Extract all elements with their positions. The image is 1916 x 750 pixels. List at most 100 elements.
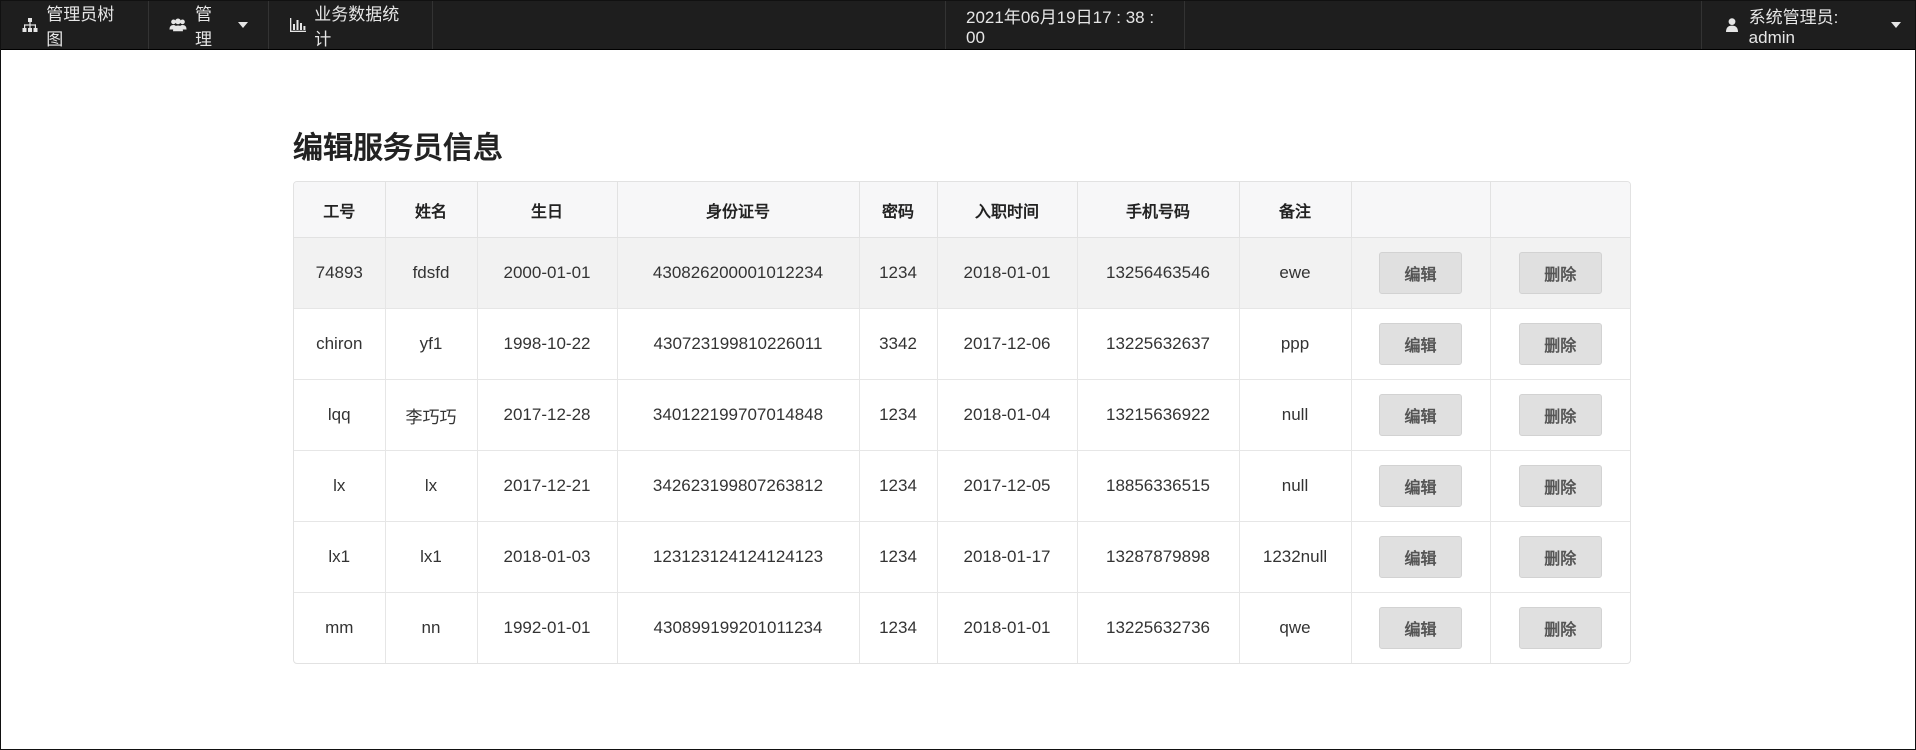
app-window: 管理员树图 管理 业务数据统计 2021年06月19日17: 38: 00 … [0, 0, 1916, 750]
delete-button[interactable]: 删除 [1518, 252, 1602, 294]
cell-id-card: 342623199807263812 [617, 450, 860, 522]
cell-remark: ewe [1239, 237, 1352, 309]
cell-name: nn [385, 592, 478, 663]
cell-id: mm [294, 592, 386, 663]
column-header: 手机号码 [1077, 182, 1240, 238]
cell-id-card: 123123124124124123 [617, 521, 860, 593]
waiter-table: 工号 姓名 生日 身份证号 密码 入职时间 手机号码 备注 74893 fdsf… [293, 181, 1631, 664]
column-header: 密码 [859, 182, 938, 238]
top-navbar: 管理员树图 管理 业务数据统计 2021年06月19日17: 38: 00 … [1, 1, 1915, 50]
table-row: 74893 fdsfd 2000-01-01 43082620000101223… [294, 237, 1630, 309]
edit-button[interactable]: 编辑 [1379, 394, 1462, 436]
cell-hire-date: 2017-12-05 [937, 450, 1078, 522]
cell-edit: 编辑 [1351, 521, 1491, 593]
column-header: 身份证号 [617, 182, 860, 238]
cell-birthday: 2018-01-03 [477, 521, 618, 593]
cell-password: 1234 [859, 450, 938, 522]
table-row: lx lx 2017-12-21 342623199807263812 1234… [294, 450, 1630, 522]
cell-delete: 删除 [1490, 308, 1630, 380]
cell-phone: 13225632637 [1077, 308, 1240, 380]
cell-delete: 删除 [1490, 521, 1630, 593]
column-header [1351, 182, 1491, 238]
cell-id: lx [294, 450, 386, 522]
cell-hire-date: 2017-12-06 [937, 308, 1078, 380]
edit-button[interactable]: 编辑 [1379, 323, 1462, 365]
table-row: lx1 lx1 2018-01-03 123123124124124123 12… [294, 521, 1630, 593]
nav-admin-tree[interactable]: 管理员树图 [1, 1, 149, 49]
cell-birthday: 1992-01-01 [477, 592, 618, 663]
column-header [1490, 182, 1630, 238]
nav-admin-tree-label: 管理员树图 [46, 5, 115, 49]
cell-id: chiron [294, 308, 386, 380]
caret-down-icon [1891, 22, 1901, 28]
cell-remark: ppp [1239, 308, 1352, 380]
cell-password: 1234 [859, 379, 938, 451]
cell-birthday: 2017-12-21 [477, 450, 618, 522]
page-title: 编辑服务员信息 [293, 131, 503, 166]
cell-id-card: 430899199201011234 [617, 592, 860, 663]
cell-name: 李巧巧 [385, 379, 478, 451]
edit-button[interactable]: 编辑 [1379, 536, 1462, 578]
edit-button[interactable]: 编辑 [1379, 465, 1462, 507]
cell-name: lx1 [385, 521, 478, 593]
delete-button[interactable]: 删除 [1518, 394, 1602, 436]
cell-hire-date: 2018-01-17 [937, 521, 1078, 593]
cell-birthday: 2000-01-01 [477, 237, 618, 309]
cell-hire-date: 2018-01-01 [937, 237, 1078, 309]
cell-remark: null [1239, 379, 1352, 451]
table-header-row: 工号 姓名 生日 身份证号 密码 入职时间 手机号码 备注 [294, 182, 1630, 238]
delete-button[interactable]: 删除 [1518, 536, 1602, 578]
edit-button[interactable]: 编辑 [1379, 607, 1462, 649]
cell-phone: 13287879898 [1077, 521, 1240, 593]
cell-remark: 1232null [1239, 521, 1352, 593]
cell-birthday: 2017-12-28 [477, 379, 618, 451]
cell-id: lqq [294, 379, 386, 451]
cell-edit: 编辑 [1351, 592, 1491, 663]
cell-phone: 13225632736 [1077, 592, 1240, 663]
cell-name: lx [385, 450, 478, 522]
table-row: mm nn 1992-01-01 430899199201011234 1234… [294, 592, 1630, 664]
nav-business-stats-label: 业务数据统计 [314, 5, 400, 49]
edit-button[interactable]: 编辑 [1379, 252, 1462, 294]
cell-hire-date: 2018-01-01 [937, 592, 1078, 663]
cell-name: yf1 [385, 308, 478, 380]
bar-chart-icon [289, 16, 306, 34]
cell-phone: 18856336515 [1077, 450, 1240, 522]
nav-business-stats[interactable]: 业务数据统计 [269, 1, 433, 49]
column-header: 工号 [294, 182, 386, 238]
cell-edit: 编辑 [1351, 450, 1491, 522]
cell-edit: 编辑 [1351, 379, 1491, 451]
cell-delete: 删除 [1490, 593, 1630, 664]
column-header: 姓名 [385, 182, 478, 238]
delete-button[interactable]: 删除 [1518, 465, 1602, 507]
nav-user-label: 系统管理员: admin [1748, 7, 1839, 47]
cell-password: 1234 [859, 521, 938, 593]
cell-delete: 删除 [1490, 237, 1630, 309]
cell-phone: 13256463546 [1077, 237, 1240, 309]
user-icon [1724, 16, 1741, 34]
cell-password: 1234 [859, 237, 938, 309]
cell-delete: 删除 [1490, 379, 1630, 451]
users-icon [169, 16, 187, 34]
cell-password: 3342 [859, 308, 938, 380]
column-header: 入职时间 [937, 182, 1078, 238]
datetime-display: 2021年06月19日17 : 38 : 00 [945, 1, 1185, 49]
delete-button[interactable]: 删除 [1518, 323, 1602, 365]
cell-password: 1234 [859, 592, 938, 663]
cell-id: lx1 [294, 521, 386, 593]
nav-user-dropdown[interactable]: 系统管理员: admin [1701, 1, 1915, 49]
caret-down-icon [238, 22, 248, 28]
cell-birthday: 1998-10-22 [477, 308, 618, 380]
cell-edit: 编辑 [1351, 237, 1491, 309]
sitemap-icon [21, 16, 38, 34]
nav-manage-dropdown[interactable]: 管理 [149, 1, 269, 49]
cell-edit: 编辑 [1351, 308, 1491, 380]
cell-remark: qwe [1239, 592, 1352, 663]
cell-phone: 13215636922 [1077, 379, 1240, 451]
datetime-text: 2021年06月19日17 : 38 : 00 [966, 7, 1155, 47]
delete-button[interactable]: 删除 [1518, 607, 1602, 649]
column-header: 备注 [1239, 182, 1352, 238]
table-row: lqq 李巧巧 2017-12-28 340122199707014848 12… [294, 379, 1630, 451]
cell-id: 74893 [294, 237, 386, 309]
table-row: chiron yf1 1998-10-22 430723199810226011… [294, 308, 1630, 380]
